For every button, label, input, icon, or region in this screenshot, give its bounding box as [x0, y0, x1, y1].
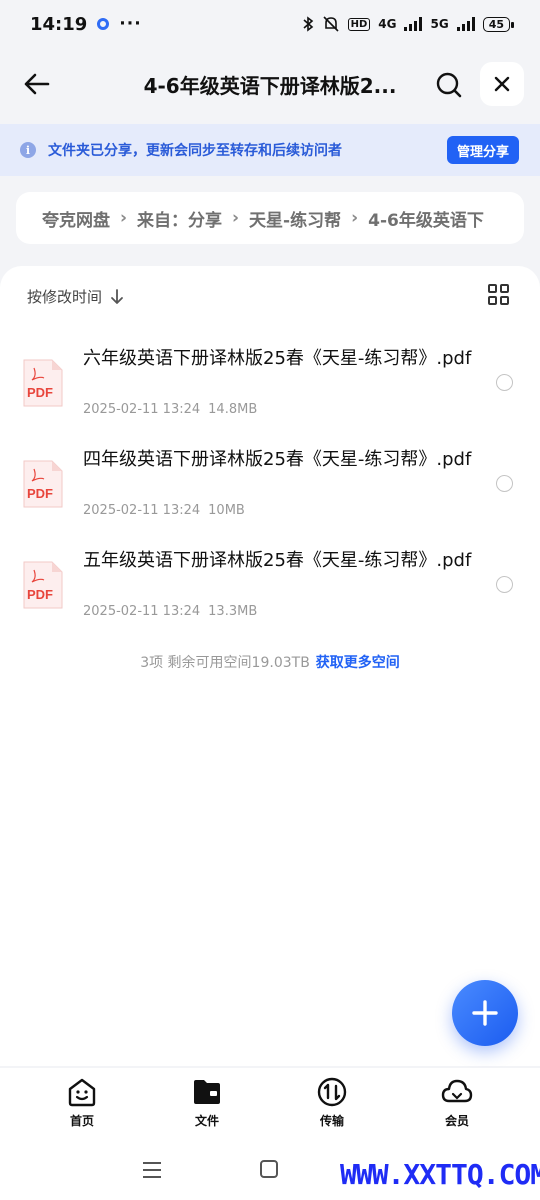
arrow-down-icon — [111, 288, 123, 304]
breadcrumb-item-root[interactable]: 夸克网盘 — [42, 206, 110, 231]
app-status-icon — [97, 18, 110, 30]
nav-label-member: 会员 — [444, 1114, 469, 1128]
nav-item-member[interactable]: 会员 — [417, 1076, 497, 1129]
status-time: 14:19 — [30, 13, 88, 35]
signal-icon — [404, 17, 423, 31]
share-notice-banner: i 文件夹已分享，更新会同步至转存和后续访问者 管理分享 — [0, 124, 540, 176]
cloud-member-icon — [441, 1079, 473, 1103]
list-item[interactable]: PDF 五年级英语下册译林版25春《天星-练习帮》.pdf 2025-02-11… — [0, 540, 540, 636]
breadcrumb-item-share[interactable]: 来自：分享 — [137, 206, 222, 231]
signal-icon-2 — [456, 17, 475, 31]
select-radio[interactable] — [496, 475, 513, 492]
file-meta: 2025-02-11 13:24 14.8MB — [83, 402, 257, 417]
file-name: 六年级英语下册译林版25春《天星-练习帮》.pdf — [83, 348, 472, 369]
hd-badge: HD — [347, 17, 371, 31]
summary-text: 3项 剩余可用空间19.03TB — [140, 655, 310, 671]
storage-summary: 3项 剩余可用空间19.03TB 获取更多空间 — [0, 652, 540, 672]
pdf-type-label: PDF — [27, 385, 53, 400]
folder-icon — [194, 1080, 220, 1104]
battery-icon: 45 — [482, 16, 515, 32]
file-size: 10MB — [208, 503, 245, 518]
chevron-right-icon: › — [120, 208, 128, 228]
nav-label-home: 首页 — [69, 1114, 94, 1128]
file-size: 13.3MB — [208, 604, 258, 619]
file-name: 四年级英语下册译林版25春《天星-练习帮》.pdf — [83, 449, 472, 470]
status-right: HD 4G 5G 45 — [302, 16, 515, 32]
status-left: 14:19 ··· — [30, 14, 142, 35]
file-date: 2025-02-11 13:24 — [83, 402, 201, 417]
select-radio[interactable] — [496, 374, 513, 391]
select-radio[interactable] — [496, 576, 513, 593]
smiley-home-icon — [68, 1078, 96, 1107]
nav-item-transfer[interactable]: 传输 — [292, 1076, 372, 1129]
breadcrumb-item-folder[interactable]: 天星-练习帮 — [249, 206, 341, 231]
network-5g-label: 5G — [430, 17, 449, 31]
manage-share-button[interactable]: 管理分享 — [446, 136, 519, 164]
add-button[interactable] — [452, 980, 518, 1046]
back-button[interactable] — [18, 66, 54, 102]
header: 4-6年级英语下册译林版2... — [0, 52, 540, 118]
nav-label-files: 文件 — [194, 1114, 219, 1128]
pdf-file-icon: PDF — [23, 359, 63, 407]
status-more-icon: ··· — [119, 14, 142, 34]
sort-control[interactable]: 按修改时间 — [27, 286, 124, 307]
breadcrumb: 夸克网盘 › 来自：分享 › 天星-练习帮 › 4-6年级英语下 — [16, 192, 524, 244]
breadcrumb-item-current[interactable]: 4-6年级英语下 — [368, 206, 484, 231]
close-button[interactable] — [480, 62, 524, 106]
mute-icon — [323, 16, 339, 32]
share-notice-text: 文件夹已分享，更新会同步至转存和后续访问者 — [48, 143, 342, 159]
recent-apps-button[interactable] — [143, 1162, 161, 1178]
search-button[interactable] — [430, 66, 468, 104]
page-title: 4-6年级英语下册译林版2... — [143, 74, 397, 98]
pdf-type-label: PDF — [27, 486, 53, 501]
file-name: 五年级英语下册译林版25春《天星-练习帮》.pdf — [83, 550, 472, 571]
nav-item-home[interactable]: 首页 — [42, 1076, 122, 1129]
home-button[interactable] — [260, 1160, 278, 1178]
file-size: 14.8MB — [208, 402, 258, 417]
file-date: 2025-02-11 13:24 — [83, 604, 201, 619]
arrow-left-icon — [24, 73, 50, 95]
file-list-panel: 按修改时间 PDF 六年级英语下册译林版25春《天星-练习帮》.pdf 2025… — [0, 266, 540, 1066]
get-more-space-link[interactable]: 获取更多空间 — [316, 655, 400, 671]
close-icon — [494, 76, 510, 92]
file-date: 2025-02-11 13:24 — [83, 503, 201, 518]
plus-icon — [472, 1000, 498, 1026]
chevron-right-icon: › — [351, 208, 359, 228]
pdf-type-label: PDF — [27, 587, 53, 602]
grid-view-icon[interactable] — [488, 284, 510, 306]
system-nav-bar: WWW.XXTTQ.COM — [0, 1140, 540, 1200]
file-meta: 2025-02-11 13:24 10MB — [83, 503, 245, 518]
file-meta: 2025-02-11 13:24 13.3MB — [83, 604, 257, 619]
transfer-icon — [317, 1077, 347, 1107]
sort-label: 按修改时间 — [27, 288, 103, 306]
pdf-file-icon: PDF — [23, 460, 63, 508]
bluetooth-icon — [303, 16, 313, 32]
list-item[interactable]: PDF 六年级英语下册译林版25春《天星-练习帮》.pdf 2025-02-11… — [0, 338, 540, 434]
status-bar: 14:19 ··· HD 4G 5G 45 — [0, 0, 540, 48]
watermark: WWW.XXTTQ.COM — [340, 1158, 540, 1191]
nav-label-transfer: 传输 — [319, 1114, 344, 1128]
pdf-file-icon: PDF — [23, 561, 63, 609]
bottom-nav: 首页 文件 传输 会员 — [0, 1068, 540, 1140]
search-icon — [436, 72, 462, 98]
nav-item-files[interactable]: 文件 — [167, 1076, 247, 1129]
network-4g-label: 4G — [378, 17, 397, 31]
chevron-right-icon: › — [232, 208, 240, 228]
info-icon: i — [20, 142, 36, 158]
list-item[interactable]: PDF 四年级英语下册译林版25春《天星-练习帮》.pdf 2025-02-11… — [0, 439, 540, 535]
